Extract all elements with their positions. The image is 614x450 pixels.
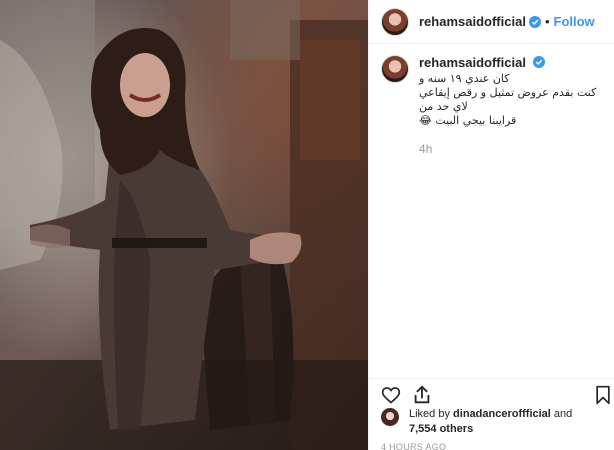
post-header: rehamsaidofficial • Follow <box>369 0 614 44</box>
caption-avatar[interactable] <box>381 55 409 83</box>
caption-username-text[interactable]: rehamsaidofficial <box>419 55 526 70</box>
post-sidebar: rehamsaidofficial • Follow rehamsaidoffi… <box>368 0 614 450</box>
liked-by-and: and <box>553 408 573 420</box>
post-photo[interactable] <box>0 0 368 450</box>
header-separator: • <box>544 14 550 29</box>
follow-button[interactable]: Follow <box>554 14 595 29</box>
liker-username[interactable]: dinadanceroffficial <box>453 408 551 420</box>
post-timestamp[interactable]: 4 HOURS AGO <box>381 442 446 450</box>
verified-badge-icon <box>528 15 541 28</box>
author-username[interactable]: rehamsaidofficial <box>419 14 526 29</box>
liker-avatar[interactable] <box>381 408 399 426</box>
others-count[interactable]: 7,554 others <box>409 423 473 435</box>
author-avatar[interactable] <box>381 7 409 36</box>
verified-badge-icon <box>532 56 545 68</box>
caption-line: كان عندي ١٩ سنه و <box>419 72 510 85</box>
caption-line: قرايبنا بيجي البيت 😂 <box>419 114 517 127</box>
caption-line: كنت بقدم عروض تمثيل و رقص إيقاعي لاي حد … <box>419 86 597 113</box>
caption-text: كان عندي ١٩ سنه و كنت بقدم عروض تمثيل و … <box>419 72 603 128</box>
caption-comment: rehamsaidofficial كان عندي ١٩ سنه و كنت … <box>369 55 614 156</box>
likes-summary: Liked by dinadanceroffficial and 7,554 o… <box>381 407 611 437</box>
heart-icon[interactable] <box>381 385 401 405</box>
liked-by-label: Liked by <box>409 408 450 420</box>
likes-text: Liked by dinadanceroffficial and 7,554 o… <box>409 407 572 437</box>
share-icon[interactable] <box>411 384 433 406</box>
comment-time[interactable]: 4h <box>419 142 603 156</box>
caption-username[interactable]: rehamsaidofficial <box>419 55 603 71</box>
bookmark-icon[interactable] <box>594 385 612 405</box>
